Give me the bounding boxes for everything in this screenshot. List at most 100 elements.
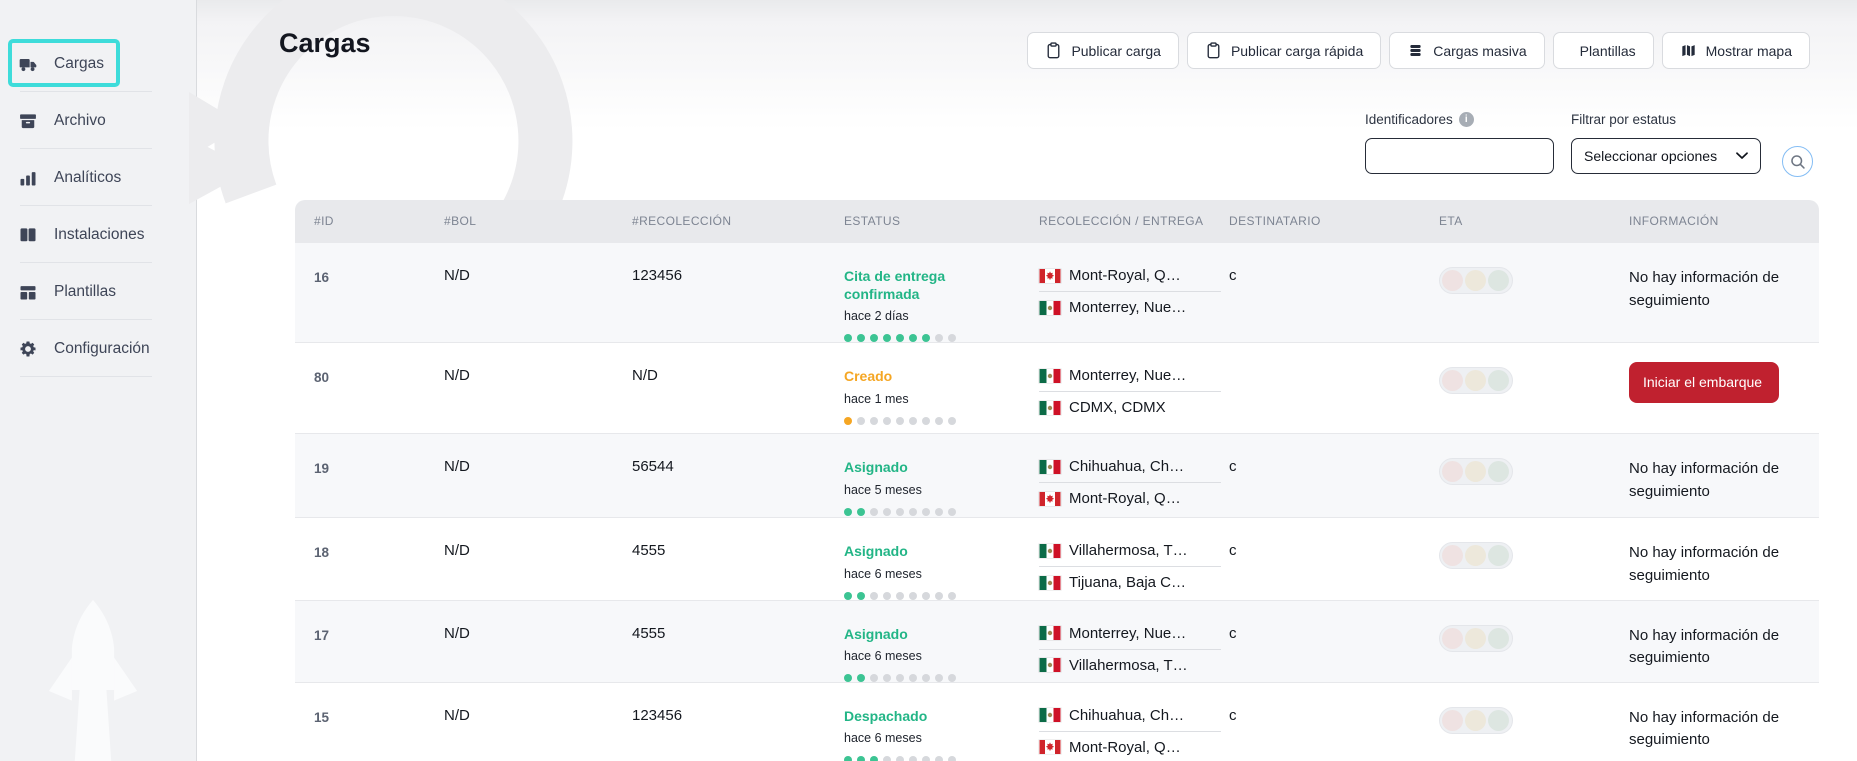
cell-info: No hay información de seguimiento: [1629, 243, 1819, 342]
progress-dot: [922, 416, 930, 425]
search-button[interactable]: [1782, 146, 1813, 177]
sidebar-item-instalaciones[interactable]: Instalaciones: [0, 206, 196, 263]
status-progress-dots: [844, 416, 1027, 425]
pickup-location: Monterrey, Nue…: [1039, 367, 1221, 393]
progress-dot: [935, 591, 943, 600]
pickup-location: Monterrey, Nue…: [1039, 625, 1221, 650]
start-shipment-button[interactable]: Iniciar el embarque: [1629, 362, 1779, 403]
sidebar-item-label: Analíticos: [54, 168, 122, 186]
cell-recoleccion: N/D: [632, 367, 658, 385]
pickup-location: Mont-Royal, Q…: [1039, 267, 1221, 292]
toolbar-button-label: Plantillas: [1579, 42, 1636, 59]
progress-dot: [844, 673, 852, 682]
canada-flag-icon: [1039, 491, 1061, 506]
cell-destinatario: [1229, 343, 1439, 433]
column-header-eta: ETA: [1439, 214, 1463, 229]
toolbar-button-cargas-masiva[interactable]: Cargas masiva: [1389, 32, 1545, 69]
eta-indicator: [1439, 624, 1513, 652]
eta-indicator: [1439, 706, 1513, 734]
progress-dot: [935, 755, 943, 761]
cell-bol: N/D: [444, 624, 470, 642]
table-row[interactable]: 16 N/D 123456 Cita de entrega confirmada hac…: [295, 243, 1819, 344]
progress-dot: [896, 507, 904, 516]
mexico-flag-icon: [1039, 626, 1061, 641]
eta-light: [1442, 709, 1463, 731]
status-filter-label-text: Filtrar por estatus: [1571, 112, 1677, 127]
main-content: Cargas Publicar carga Publicar carga rápi…: [189, 0, 1857, 761]
mexico-flag-icon: [1039, 300, 1061, 315]
eta-light: [1488, 709, 1509, 731]
gear-icon: [18, 339, 38, 359]
toolbar-button-label: Mostrar mapa: [1705, 42, 1792, 59]
table-row[interactable]: 17 N/D 4555 Asignado hace 6 meses Monterrey, …: [295, 600, 1819, 683]
cell-status: Asignado hace 6 meses: [844, 601, 1039, 682]
eta-indicator: [1439, 267, 1513, 294]
pickup-city: Monterrey, Nue…: [1069, 367, 1187, 385]
sidebar-item-configuracion[interactable]: Configuración: [0, 320, 196, 377]
table-row[interactable]: 19 N/D 56544 Asignado hace 5 meses Chihuahua,…: [295, 434, 1819, 519]
sidebar-item-label: Cargas: [54, 54, 104, 72]
table-row[interactable]: 15 N/D 123456 Despachado hace 6 meses Chihuah…: [295, 683, 1819, 761]
toolbar-button-plantillas[interactable]: Plantillas: [1552, 32, 1654, 69]
eta-light: [1488, 270, 1509, 291]
identifiers-input[interactable]: [1365, 138, 1554, 174]
progress-dot: [909, 507, 917, 516]
progress-dot: [948, 755, 956, 761]
cell-destinatario: c: [1229, 706, 1237, 724]
toolbar: Publicar carga Publicar carga rápida Carga…: [1027, 32, 1810, 69]
cell-recoleccion: 4555: [632, 624, 666, 642]
toolbar-button-publicar-carga[interactable]: Publicar carga: [1027, 32, 1179, 69]
status-label: Cita de entrega confirmada: [844, 268, 946, 303]
progress-dot: [935, 416, 943, 425]
status-filter-select[interactable]: Seleccionar opciones: [1571, 138, 1761, 174]
eta-indicator: [1439, 458, 1513, 486]
cell-eta: [1439, 601, 1629, 682]
table-row[interactable]: 80 N/D N/D Creado hace 1 mes Monterrey, Nue… C…: [295, 343, 1819, 435]
progress-dot: [909, 334, 917, 343]
progress-dot: [922, 591, 930, 600]
progress-dot: [883, 416, 891, 425]
progress-dot: [909, 673, 917, 682]
eta-light: [1488, 461, 1509, 483]
cell-id: 80: [314, 370, 330, 386]
progress-dot: [922, 334, 930, 343]
sidebar-item-plantillas[interactable]: Plantillas: [0, 263, 196, 320]
status-progress-dots: [844, 591, 1027, 600]
cell-route: Monterrey, Nue… CDMX, CDMX: [1039, 343, 1229, 433]
page-title: Cargas: [279, 28, 371, 58]
progress-dot: [844, 755, 852, 761]
archive-icon: [18, 111, 38, 131]
progress-dot: [857, 334, 865, 343]
toolbar-button-mostrar-mapa[interactable]: Mostrar mapa: [1661, 32, 1810, 69]
status-relative-time: hace 1 mes: [844, 391, 909, 406]
sidebar-item-analiticos[interactable]: Analíticos: [0, 149, 196, 206]
column-header-destinatario: DESTINATARIO: [1229, 214, 1321, 229]
progress-dot: [896, 755, 904, 761]
delivery-city: Monterrey, Nue…: [1069, 299, 1187, 316]
progress-dot: [883, 673, 891, 682]
table-row[interactable]: 18 N/D 4555 Asignado hace 6 meses Villahermos…: [295, 518, 1819, 601]
cell-bol: N/D: [444, 267, 470, 284]
sidebar-item-label: Archivo: [54, 111, 106, 129]
progress-dot: [870, 416, 878, 425]
progress-dot: [909, 755, 917, 761]
info-icon[interactable]: i: [1458, 112, 1474, 127]
eta-light: [1465, 270, 1486, 291]
toolbar-button-publicar-carga-rapida[interactable]: Publicar carga rápida: [1186, 32, 1382, 69]
column-header-recoleccion-entrega: RECOLECCIÓN / ENTREGA: [1039, 214, 1204, 229]
mexico-flag-icon: [1039, 575, 1061, 590]
eta-light: [1488, 627, 1509, 649]
mexico-flag-icon: [1039, 658, 1061, 673]
progress-dot: [896, 591, 904, 600]
cell-bol: N/D: [444, 542, 470, 560]
eta-light: [1465, 545, 1486, 567]
toolbar-button-label: Cargas masiva: [1433, 42, 1527, 59]
canada-flag-icon: [1039, 268, 1061, 283]
status-label: Creado: [844, 368, 893, 385]
sidebar-item-cargas[interactable]: Cargas: [0, 35, 196, 92]
cell-status: Despachado hace 6 meses: [844, 683, 1039, 761]
cell-recoleccion: 123456: [632, 706, 683, 724]
delivery-city: CDMX, CDMX: [1069, 399, 1166, 417]
sidebar-item-archivo[interactable]: Archivo: [0, 92, 196, 149]
sidebar: Cargas Archivo Analíticos Instalaciones Plan…: [0, 0, 197, 761]
